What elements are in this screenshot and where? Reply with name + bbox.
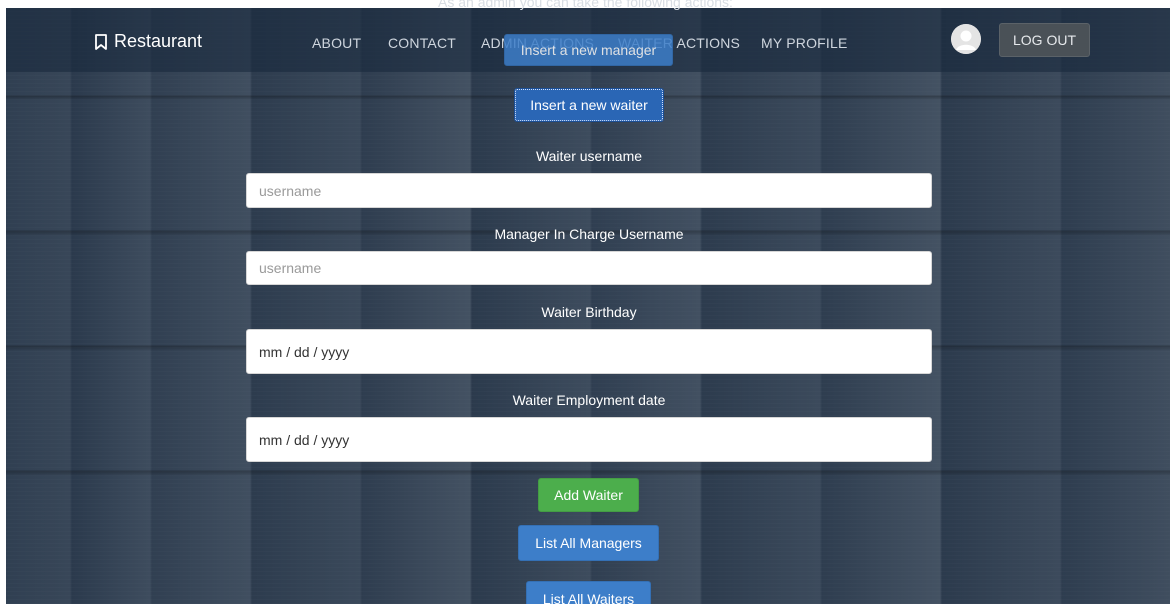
add-waiter-button[interactable]: Add Waiter [538, 478, 639, 512]
employment-date-value: mm / dd / yyyy [259, 431, 350, 448]
brand-link[interactable]: Restaurant [94, 31, 202, 52]
left-edge [0, 0, 6, 604]
nav-about[interactable]: ABOUT [312, 35, 361, 51]
insert-waiter-button[interactable]: Insert a new waiter [514, 88, 664, 122]
list-waiters-button[interactable]: List All Waiters [526, 581, 651, 604]
bookmark-icon [94, 33, 108, 50]
list-managers-button[interactable]: List All Managers [518, 525, 659, 561]
birthday-date-input[interactable]: mm / dd / yyyy [246, 329, 932, 374]
admin-note: As an admin you can take the following a… [438, 0, 733, 10]
employment-date-label: Waiter Employment date [512, 392, 666, 408]
birthday-label: Waiter Birthday [541, 304, 637, 320]
waiter-username-field[interactable] [246, 173, 932, 208]
waiter-username-input[interactable] [259, 182, 931, 199]
manager-username-field[interactable] [246, 251, 932, 285]
insert-manager-button[interactable]: Insert a new manager [504, 34, 673, 66]
logout-button[interactable]: LOG OUT [999, 23, 1090, 57]
birthday-date-value: mm / dd / yyyy [259, 343, 350, 360]
user-avatar-icon[interactable] [951, 24, 981, 54]
nav-my-profile[interactable]: MY PROFILE [761, 35, 848, 51]
manager-username-input[interactable] [259, 260, 931, 276]
waiter-username-label: Waiter username [535, 148, 643, 164]
manager-username-label: Manager In Charge Username [494, 226, 684, 242]
employment-date-input[interactable]: mm / dd / yyyy [246, 417, 932, 462]
brand-name: Restaurant [114, 31, 203, 51]
nav-contact[interactable]: CONTACT [388, 35, 456, 51]
